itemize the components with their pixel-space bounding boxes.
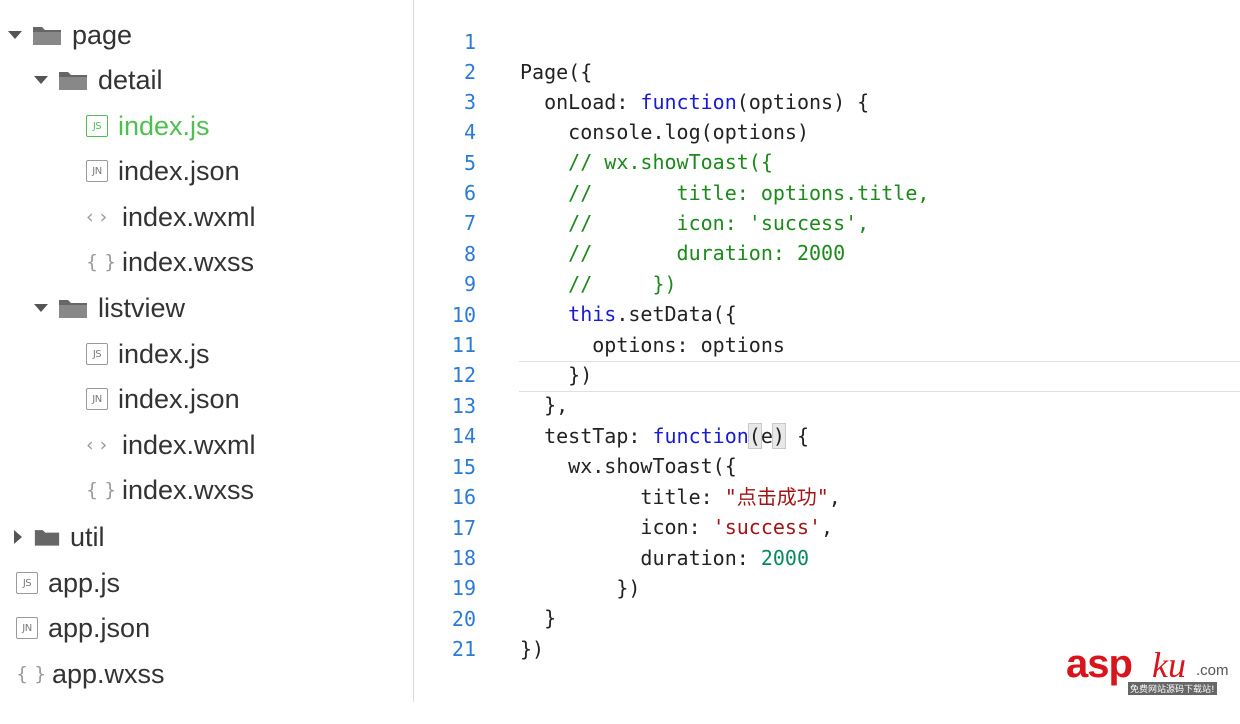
style-file-icon: { } — [86, 251, 117, 273]
folder-icon — [59, 300, 87, 318]
tree-folder-util[interactable]: util — [11, 519, 105, 555]
js-file-icon: JS — [86, 343, 108, 365]
code-line: 4 // wx.showToast({ — [414, 87, 1240, 174]
file-label: index.js — [118, 338, 210, 369]
code-line: 17 duration: 2000 — [414, 483, 1240, 570]
folder-label: util — [70, 521, 105, 552]
json-file-icon: JN — [16, 617, 38, 639]
code-line: 9 this.setData({ — [414, 239, 1240, 326]
line-number: 21 — [451, 637, 476, 661]
watermark-brand: asp — [1066, 642, 1133, 686]
chevron-right-icon[interactable] — [14, 530, 22, 544]
file-label: index.js — [118, 110, 210, 141]
code-line: 18 }) — [414, 513, 1240, 600]
folder-label: listview — [98, 292, 186, 323]
chevron-down-icon[interactable] — [34, 304, 48, 312]
file-label: app.wxss — [52, 658, 165, 689]
file-label: index.wxml — [122, 201, 256, 232]
style-file-icon: { } — [86, 479, 117, 501]
markup-file-icon: ‹ › — [86, 206, 108, 228]
code-line-current: 13 testTap: function(e) { — [414, 361, 1240, 449]
tree-folder-detail[interactable]: detail — [34, 62, 163, 98]
file-label: index.json — [118, 155, 240, 186]
tree-file-detail-index-json[interactable]: JN index.json — [86, 153, 240, 189]
code-line: 5 // title: options.title, — [414, 118, 1240, 205]
file-label: index.wxml — [122, 429, 256, 460]
file-label: app.js — [48, 567, 121, 598]
file-label: index.json — [118, 383, 240, 414]
code-line: 2 onLoad: function(options) { — [414, 27, 1240, 114]
json-file-icon: JN — [86, 388, 108, 410]
watermark-domain: .com — [1196, 662, 1229, 679]
tree-file-listview-index-js[interactable]: JS index.js — [86, 336, 210, 372]
folder-icon — [59, 72, 87, 90]
chevron-down-icon[interactable] — [8, 31, 22, 39]
folder-label: page — [72, 19, 133, 50]
code-text: }) — [520, 637, 545, 661]
json-file-icon: JN — [86, 160, 108, 182]
code-line: 19 } — [414, 543, 1240, 630]
watermark-logo: asp ku .com 免费网站源码下载站! — [1066, 642, 1234, 696]
tree-file-detail-index-js[interactable]: JS index.js — [86, 108, 210, 144]
code-line: 3 console.log(options) — [414, 57, 1240, 144]
tree-file-app-wxss[interactable]: { } app.wxss — [16, 656, 165, 692]
tree-file-listview-index-json[interactable]: JN index.json — [86, 381, 240, 417]
tree-file-listview-index-wxss[interactable]: { } index.wxss — [86, 472, 254, 508]
code-line: 20 }) — [414, 574, 1240, 661]
style-file-icon: { } — [16, 663, 47, 685]
code-line: 15 title: "点击成功", — [414, 422, 1240, 509]
code-editor[interactable]: 1 Page({ 2 onLoad: function(options) { 3… — [414, 0, 1240, 702]
chevron-down-icon[interactable] — [34, 76, 48, 84]
code-line: 6 // icon: 'success', — [414, 148, 1240, 235]
folder-icon — [34, 530, 60, 546]
code-line: 21 — [414, 604, 1240, 661]
file-label: app.json — [48, 612, 151, 643]
watermark-tagline: 免费网站源码下载站! — [1128, 682, 1217, 695]
js-file-icon: JS — [16, 572, 38, 594]
code-line: 16 icon: 'success', — [414, 452, 1240, 539]
code-line: 10 options: options — [414, 270, 1240, 357]
tree-file-app-json[interactable]: JN app.json — [16, 610, 150, 646]
tree-file-detail-index-wxml[interactable]: ‹ › index.wxml — [86, 199, 256, 235]
tree-folder-page[interactable]: page — [8, 17, 132, 53]
watermark-brand-suffix: ku — [1152, 645, 1186, 685]
file-label: index.wxss — [122, 474, 255, 505]
folder-icon — [33, 27, 61, 45]
code-line: 14 wx.showToast({ — [414, 391, 1240, 478]
tree-folder-listview[interactable]: listview — [34, 290, 185, 326]
code-line: 8 // }) — [414, 209, 1240, 296]
file-explorer: page detail JS index.js JN index.json ‹ … — [0, 0, 413, 702]
code-line: 12 }, — [414, 330, 1240, 417]
folder-label: detail — [98, 64, 163, 95]
code-line: 7 // duration: 2000 — [414, 178, 1240, 265]
js-file-icon: JS — [86, 115, 108, 137]
markup-file-icon: ‹ › — [86, 434, 108, 456]
tree-file-detail-index-wxss[interactable]: { } index.wxss — [86, 244, 254, 280]
code-line: 11 }) — [414, 300, 1240, 387]
tree-file-app-js[interactable]: JS app.js — [16, 565, 120, 601]
code-line: 1 Page({ — [414, 0, 1240, 84]
tree-file-listview-index-wxml[interactable]: ‹ › index.wxml — [86, 427, 256, 463]
file-label: index.wxss — [122, 246, 255, 277]
